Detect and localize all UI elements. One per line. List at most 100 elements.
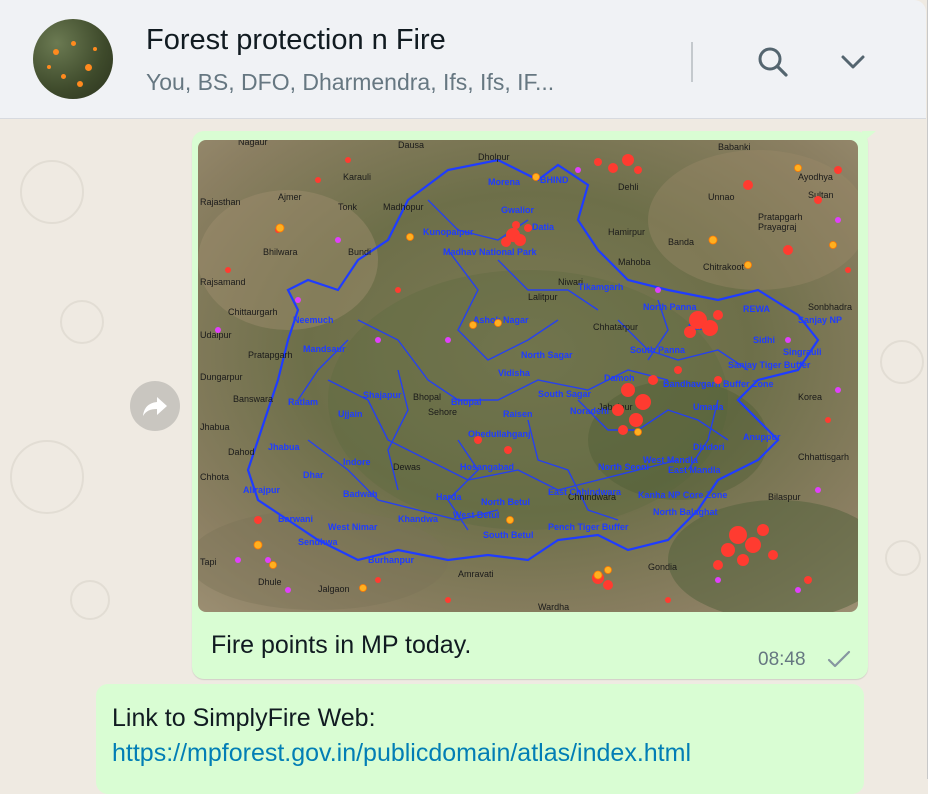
svg-text:Sanjay Tiger Buffer: Sanjay Tiger Buffer [728, 360, 811, 370]
svg-text:North Betul: North Betul [481, 497, 530, 507]
svg-text:Karauli: Karauli [343, 172, 371, 182]
svg-text:East Chhindwara: East Chhindwara [548, 487, 622, 497]
svg-text:Badwah: Badwah [343, 489, 378, 499]
svg-text:Banda: Banda [668, 237, 694, 247]
svg-text:Dholpur: Dholpur [478, 152, 510, 162]
svg-text:Bhopal: Bhopal [451, 397, 482, 407]
svg-text:Kanha NP Core Zone: Kanha NP Core Zone [638, 490, 727, 500]
svg-text:Bhopal: Bhopal [413, 392, 441, 402]
svg-text:Madhopur: Madhopur [383, 202, 424, 212]
svg-text:Chhatarpur: Chhatarpur [593, 322, 638, 332]
chat-participants[interactable]: You, BS, DFO, Dharmendra, Ifs, Ifs, IF..… [146, 69, 554, 96]
svg-text:Rajsamand: Rajsamand [200, 277, 246, 287]
svg-text:Chhattisgarh: Chhattisgarh [798, 452, 849, 462]
svg-text:Mandsaur: Mandsaur [303, 344, 346, 354]
svg-text:South Panna: South Panna [630, 345, 686, 355]
svg-text:Sendhwa: Sendhwa [298, 537, 339, 547]
svg-text:Unnao: Unnao [708, 192, 735, 202]
svg-text:Bhilwara: Bhilwara [263, 247, 298, 257]
svg-text:South Betul: South Betul [483, 530, 534, 540]
svg-text:Khandwa: Khandwa [398, 514, 439, 524]
fire-map: Nagaur Dausa Dholpur Babanki Rajasthan A… [198, 140, 858, 612]
link-label: Link to SimplyFire Web: [112, 704, 376, 732]
header-divider [691, 42, 693, 82]
svg-text:Barwani: Barwani [278, 514, 313, 524]
svg-text:Wardha: Wardha [538, 602, 569, 612]
svg-text:Pench Tiger Buffer: Pench Tiger Buffer [548, 522, 629, 532]
svg-text:Sehore: Sehore [428, 407, 457, 417]
svg-text:Dehli: Dehli [618, 182, 639, 192]
svg-text:Pratapgarh: Pratapgarh [248, 350, 293, 360]
svg-text:Banswara: Banswara [233, 394, 273, 404]
svg-text:Neemuch: Neemuch [293, 315, 334, 325]
svg-text:BHIND: BHIND [540, 175, 569, 185]
svg-text:West Nimar: West Nimar [328, 522, 378, 532]
svg-text:North Sagar: North Sagar [521, 350, 573, 360]
svg-text:North Seoni: North Seoni [598, 462, 649, 472]
forward-icon [143, 397, 167, 416]
svg-text:Chittaurgarh: Chittaurgarh [228, 307, 278, 317]
svg-text:Anuppur: Anuppur [743, 432, 781, 442]
simplyfire-link[interactable]: https://mpforest.gov.in/publicdomain/atl… [112, 739, 691, 768]
svg-text:Jhabua: Jhabua [200, 422, 230, 432]
svg-text:Umaria: Umaria [693, 402, 725, 412]
svg-text:Lalitpur: Lalitpur [528, 292, 558, 302]
svg-text:Gwalior: Gwalior [501, 205, 535, 215]
check-icon [827, 650, 851, 668]
svg-text:Dahod: Dahod [228, 447, 255, 457]
svg-text:East Mandla: East Mandla [668, 465, 722, 475]
svg-text:Dhar: Dhar [303, 470, 324, 480]
svg-text:Morena: Morena [488, 177, 521, 187]
svg-text:Shajapur: Shajapur [363, 390, 402, 400]
svg-text:North Panna: North Panna [643, 302, 697, 312]
chat-title[interactable]: Forest protection n Fire [146, 24, 446, 57]
svg-text:Bilaspur: Bilaspur [768, 492, 801, 502]
svg-text:Babanki: Babanki [718, 142, 751, 152]
image-caption: Fire points in MP today. [211, 631, 472, 659]
svg-text:Madhav National Park: Madhav National Park [443, 247, 538, 257]
svg-text:Tapi: Tapi [200, 557, 217, 567]
svg-text:Mahoba: Mahoba [618, 257, 651, 267]
svg-text:Chitrakoot: Chitrakoot [703, 262, 745, 272]
chevron-down-icon [841, 55, 865, 69]
search-button[interactable] [751, 40, 795, 84]
svg-text:South Sagar: South Sagar [538, 389, 592, 399]
svg-text:Dausa: Dausa [398, 140, 424, 150]
svg-text:Korea: Korea [798, 392, 822, 402]
svg-text:Alirajpur: Alirajpur [243, 485, 281, 495]
svg-text:Hamirpur: Hamirpur [608, 227, 645, 237]
svg-text:Ayodhya: Ayodhya [798, 172, 833, 182]
message-time: 08:48 [758, 649, 806, 670]
svg-text:REWA: REWA [743, 304, 771, 314]
fire-map-image[interactable]: Nagaur Dausa Dholpur Babanki Rajasthan A… [198, 140, 858, 612]
svg-text:Datia: Datia [532, 222, 555, 232]
svg-text:Ujjain: Ujjain [338, 409, 363, 419]
svg-text:Raisen: Raisen [503, 409, 533, 419]
svg-text:West Mandla: West Mandla [643, 455, 699, 465]
svg-text:Burhanpur: Burhanpur [368, 555, 414, 565]
forward-button[interactable] [130, 381, 180, 431]
svg-text:Ratlam: Ratlam [288, 397, 318, 407]
svg-text:Rajasthan: Rajasthan [200, 197, 241, 207]
group-avatar[interactable] [33, 19, 113, 99]
svg-text:West Betul: West Betul [453, 510, 499, 520]
svg-text:North Balaghat: North Balaghat [653, 507, 718, 517]
svg-text:Dindori: Dindori [693, 442, 725, 452]
sent-status [826, 648, 852, 675]
svg-text:Tikamgarh: Tikamgarh [578, 282, 623, 292]
svg-text:Hosangabad: Hosangabad [460, 462, 514, 472]
svg-text:Sonbhadra: Sonbhadra [808, 302, 852, 312]
chat-header[interactable]: Forest protection n Fire You, BS, DFO, D… [0, 0, 926, 119]
menu-button[interactable] [831, 40, 875, 84]
svg-text:Nagaur: Nagaur [238, 140, 268, 147]
svg-text:Bundi: Bundi [348, 247, 371, 257]
svg-text:Ajmer: Ajmer [278, 192, 302, 202]
svg-text:Harda: Harda [436, 492, 463, 502]
svg-text:Indore: Indore [343, 457, 371, 467]
svg-text:Singrauli: Singrauli [783, 347, 822, 357]
svg-text:Chhota: Chhota [200, 472, 229, 482]
svg-text:Sanjay NP: Sanjay NP [798, 315, 842, 325]
search-icon [758, 47, 788, 77]
svg-text:Dewas: Dewas [393, 462, 421, 472]
svg-text:Tonk: Tonk [338, 202, 358, 212]
